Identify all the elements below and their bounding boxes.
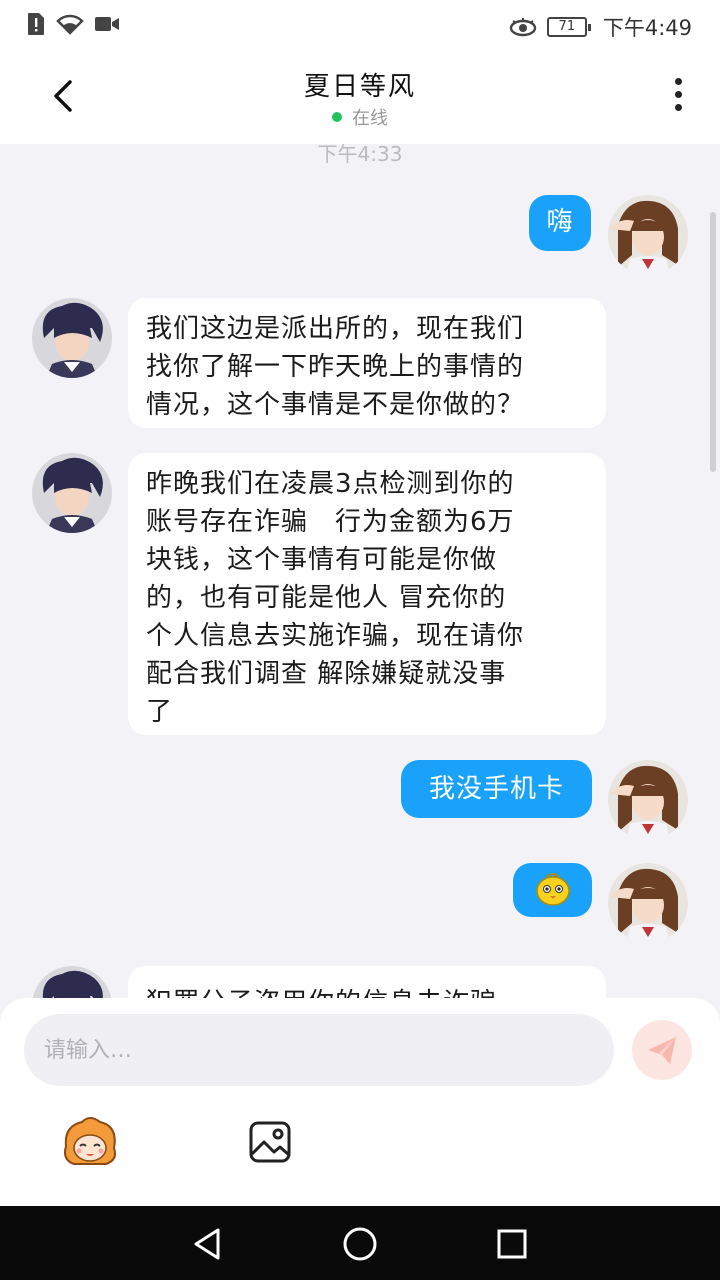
- online-status-label: 在线: [352, 108, 388, 129]
- message-input[interactable]: [24, 1014, 614, 1086]
- message-bubble-in[interactable]: 昨晚我们在凌晨3点检测到你的 账号存在诈骗 行为金额为6万 块钱，这个事情有可能…: [128, 453, 606, 735]
- sim-alert-icon: [28, 13, 44, 35]
- message-line: 块钱，这个事情有可能是你做: [146, 545, 498, 575]
- image-icon: [249, 1121, 291, 1163]
- my-avatar[interactable]: [608, 760, 688, 840]
- triangle-back-icon: [194, 1228, 220, 1260]
- send-icon: [648, 1037, 676, 1064]
- send-button[interactable]: [632, 1020, 692, 1080]
- nav-back-button[interactable]: [188, 1224, 228, 1264]
- message-bubble-out[interactable]: 嗨: [529, 195, 591, 251]
- message-line: 账号存在诈骗 行为金额为6万: [146, 507, 515, 537]
- message-line: 情况，这个事情是不是你做的？: [146, 390, 525, 420]
- message-line: 昨晚我们在凌晨3点检测到你的: [146, 469, 515, 499]
- message-bubble-in[interactable]: 我们这边是派出所的，现在我们 找你了解一下昨天晚上的事情的 情况，这个事情是不是…: [128, 298, 606, 428]
- message-bubble-out[interactable]: [513, 863, 592, 917]
- message-bubble-out[interactable]: 我没手机卡: [401, 760, 592, 818]
- wifi-icon: [56, 14, 84, 35]
- message-line: 配合我们调查 解除嫌疑就没事: [146, 659, 507, 689]
- my-avatar[interactable]: [608, 195, 688, 275]
- video-icon: [95, 17, 119, 31]
- mascot-sticker-icon: [64, 1117, 116, 1165]
- contact-avatar[interactable]: [32, 453, 112, 533]
- message-line: 了: [146, 697, 174, 727]
- nav-home-button[interactable]: [340, 1224, 380, 1264]
- chat-header: 夏日等风 在线: [0, 52, 720, 144]
- clock: 下午4:49: [602, 16, 692, 40]
- image-button[interactable]: [248, 1120, 292, 1164]
- chat-scrollbar[interactable]: [710, 212, 716, 472]
- battery-indicator: 71: [546, 17, 591, 37]
- circle-home-icon: [343, 1227, 377, 1261]
- message-line: 找你了解一下昨天晚上的事情的: [146, 352, 525, 382]
- system-nav-bar: [0, 1206, 720, 1280]
- message-line: 我们这边是派出所的，现在我们: [146, 314, 525, 344]
- sticker-button[interactable]: [60, 1116, 120, 1170]
- contact-avatar[interactable]: [32, 298, 112, 378]
- message-text: 嗨: [546, 207, 574, 237]
- chick-emoji-icon: [535, 873, 570, 906]
- composer-panel: [0, 998, 720, 1206]
- message-text: 我没手机卡: [428, 774, 564, 804]
- nav-recents-button[interactable]: [492, 1224, 532, 1264]
- my-avatar[interactable]: [608, 863, 688, 943]
- message-line: 的，也有可能是他人 冒充你的: [146, 583, 507, 613]
- square-recents-icon: [497, 1229, 527, 1259]
- eye-comfort-icon: [509, 18, 537, 37]
- online-status: 在线: [0, 104, 720, 130]
- message-timestamp: 下午4:33: [317, 144, 403, 166]
- more-options-button[interactable]: [670, 78, 686, 118]
- message-list[interactable]: 下午4:33 嗨 我们这边是派出所的，现在我们 找你了解一下昨天晚上的事情的 情…: [0, 144, 720, 1004]
- message-line: 个人信息去实施诈骗，现在请你: [146, 621, 525, 651]
- online-dot-icon: [332, 112, 342, 122]
- contact-name: 夏日等风: [303, 72, 416, 102]
- status-bar: 71 下午4:49: [0, 0, 720, 52]
